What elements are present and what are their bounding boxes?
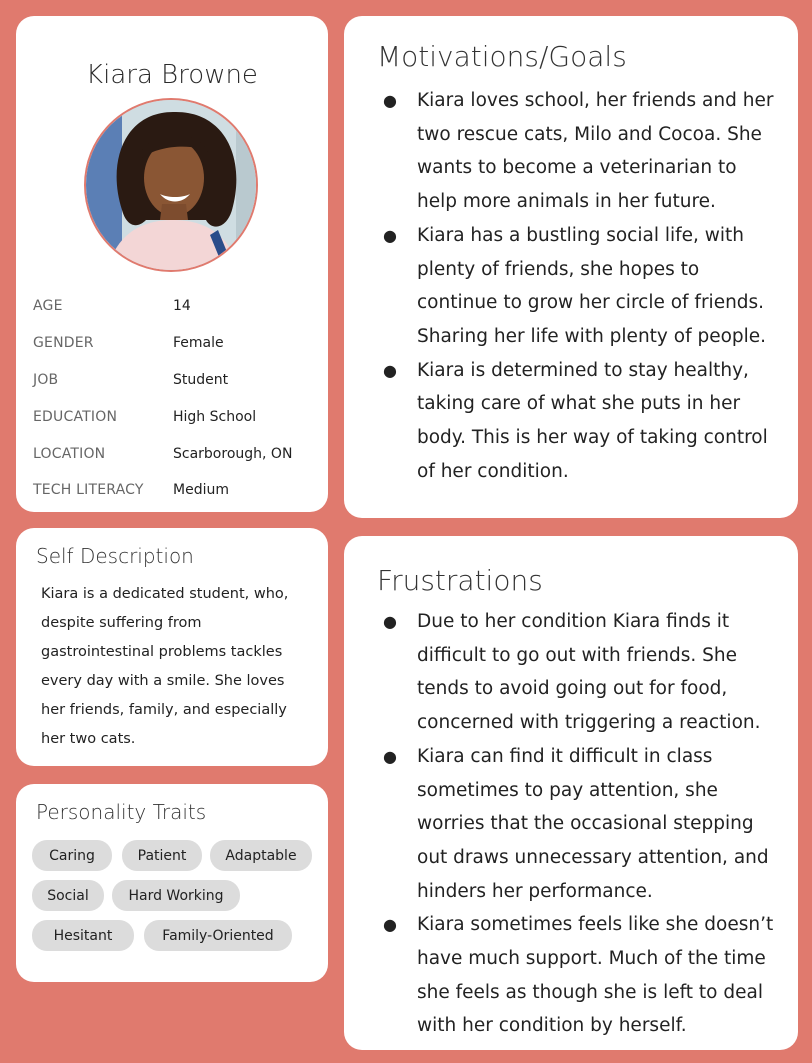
trait-chip: Social (32, 880, 104, 911)
frustration-item: ● Kiara can find it difficult in class so… (377, 740, 777, 909)
goal-text: Kiara is determined to stay healthy, tak… (417, 359, 768, 482)
age-label: AGE (33, 298, 63, 315)
frustration-item: ● Kiara sometimes feels like she doesn’t … (377, 908, 777, 1043)
job-value: Student (173, 371, 229, 388)
location-value: Scarborough, ON (173, 445, 293, 462)
goal-item: ● Kiara has a bustling social life, with … (377, 219, 777, 354)
profile-card: Kiara Browne AGE 14 GENDER Female JOB St… (16, 16, 328, 512)
avatar (84, 98, 258, 272)
goals-title: Motivations/Goals (377, 40, 627, 73)
avatar-photo (86, 100, 256, 270)
frustrations-title: Frustrations (377, 564, 543, 597)
age-value: 14 (173, 298, 191, 315)
self-description-card: Self Description Kiara is a dedicated st… (16, 528, 328, 766)
frustration-item: ● Due to her condition Kiara finds it dif… (377, 605, 777, 740)
goals-card: Motivations/Goals ● Kiara loves school, h… (344, 16, 798, 518)
trait-chip: Caring (32, 840, 112, 871)
gender-label: GENDER (33, 335, 94, 352)
bullet-icon: ● (383, 91, 397, 110)
gender-value: Female (173, 335, 224, 352)
age-row: AGE 14 (33, 288, 318, 325)
frustration-text: Kiara can find it difficult in class som… (417, 745, 769, 902)
location-row: LOCATION Scarborough, ON (33, 435, 318, 472)
self-description-text: Kiara is a dedicated student, who, despi… (41, 586, 289, 747)
gender-row: GENDER Female (33, 325, 318, 362)
goal-text: Kiara loves school, her friends and her … (417, 90, 774, 213)
trait-chip: Family-Oriented (144, 920, 292, 951)
tech-literacy-row: TECH LITERACY Medium (33, 472, 318, 509)
personality-traits-card: Personality Traits Caring Patient Adapta… (16, 784, 328, 982)
frustration-text: Due to her condition Kiara finds it diff… (417, 611, 761, 734)
trait-chip: Patient (122, 840, 202, 871)
goal-item: ● Kiara is determined to stay healthy, ta… (377, 354, 777, 489)
self-description-title: Self Description (36, 544, 194, 568)
trait-chip: Hard Working (112, 880, 240, 911)
personality-traits-title: Personality Traits (36, 800, 207, 824)
tech-literacy-label: TECH LITERACY (33, 482, 144, 499)
trait-chip: Hesitant (32, 920, 134, 951)
goal-item: ● Kiara loves school, her friends and her… (377, 84, 777, 219)
location-label: LOCATION (33, 445, 106, 462)
frustrations-list: ● Due to her condition Kiara finds it dif… (377, 605, 777, 1043)
education-row: EDUCATION High School (33, 398, 318, 435)
job-row: JOB Student (33, 362, 318, 399)
bullet-icon: ● (383, 360, 397, 380)
bullet-icon: ● (383, 915, 397, 935)
education-label: EDUCATION (33, 408, 118, 425)
job-label: JOB (33, 371, 59, 388)
goals-list: ● Kiara loves school, her friends and her… (377, 84, 777, 488)
goal-text: Kiara has a bustling social life, with p… (417, 224, 767, 347)
persona-name: Kiara Browne (86, 60, 258, 90)
trait-chip: Adaptable (210, 840, 312, 871)
frustrations-card: Frustrations ● Due to her condition Kiara… (344, 536, 798, 1050)
bullet-icon: ● (383, 612, 397, 631)
education-value: High School (173, 408, 257, 425)
bullet-icon: ● (383, 225, 397, 245)
tech-literacy-value: Medium (173, 482, 229, 499)
profile-details: AGE 14 GENDER Female JOB Student EDUCATI… (33, 288, 318, 509)
bullet-icon: ● (383, 746, 397, 766)
frustration-text: Kiara sometimes feels like she doesn’t h… (417, 914, 774, 1037)
